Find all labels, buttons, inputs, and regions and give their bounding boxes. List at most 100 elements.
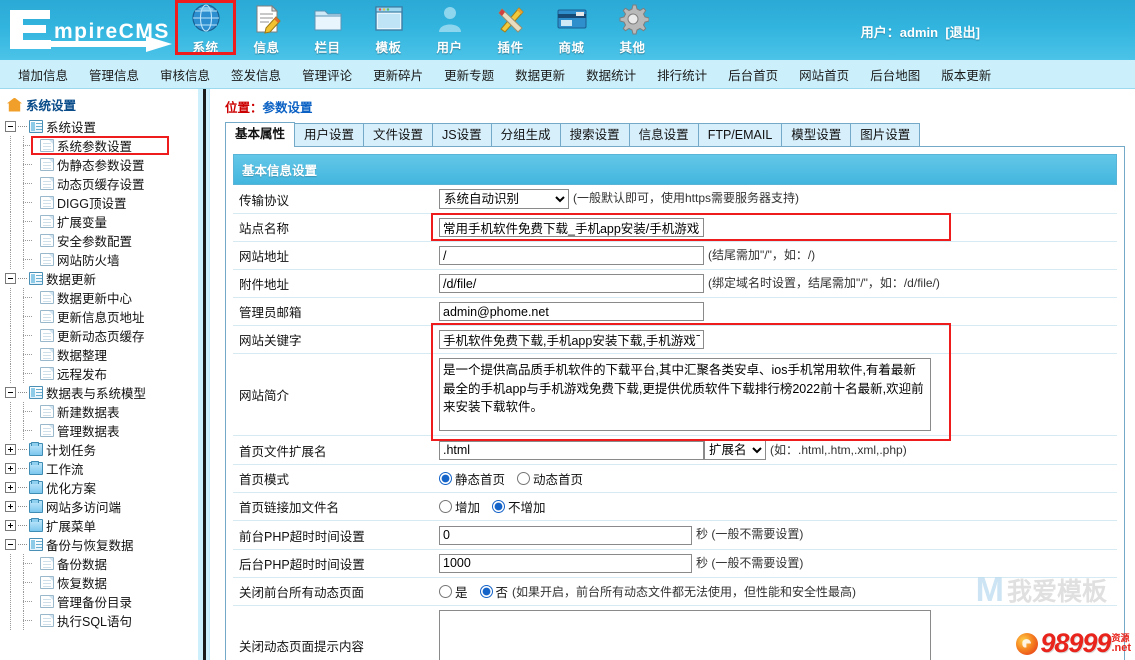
menu-item-site-home[interactable]: 网站首页: [799, 65, 849, 84]
expand-toggle-icon[interactable]: [5, 482, 16, 493]
sidebar-leaf-item[interactable]: 伪静态参数设置: [5, 155, 197, 174]
breadcrumb-value[interactable]: 参数设置: [263, 101, 313, 115]
email-input[interactable]: [439, 302, 704, 322]
menu-item-issue-info[interactable]: 签发信息: [231, 65, 281, 84]
sidebar-leaf-item[interactable]: 扩展变量: [5, 212, 197, 231]
fileurl-input[interactable]: [439, 274, 704, 294]
sidebar-leaf-item[interactable]: DIGG顶设置: [5, 193, 197, 212]
label-protocol: 传输协议: [233, 185, 433, 214]
sitename-input[interactable]: [439, 218, 704, 237]
radio-closedyn-no-input[interactable]: [479, 584, 493, 598]
tab-js-settings[interactable]: JS设置: [432, 123, 492, 147]
collapse-toggle-icon[interactable]: [5, 273, 16, 284]
sidebar-leaf-item[interactable]: 更新动态页缓存: [5, 326, 197, 345]
sidebar-group-item[interactable]: 备份与恢复数据: [5, 535, 197, 554]
menu-item-update-topic[interactable]: 更新专题: [444, 65, 494, 84]
expand-toggle-icon[interactable]: [5, 463, 16, 474]
tab-file-settings[interactable]: 文件设置: [363, 123, 434, 147]
menu-item-add-info[interactable]: 增加信息: [18, 65, 68, 84]
radio-add-filename[interactable]: 增加: [439, 497, 480, 516]
sidebar-leaf-item[interactable]: 管理数据表: [5, 421, 197, 440]
collapse-toggle-icon[interactable]: [5, 539, 16, 550]
app-logo[interactable]: mpireCMS: [0, 0, 175, 60]
expand-toggle-icon[interactable]: [5, 444, 16, 455]
top-nav-item-plugin[interactable]: 插件: [480, 0, 541, 58]
indexext-select[interactable]: 扩展名: [704, 440, 766, 461]
sidebar-group-item[interactable]: 工作流: [5, 459, 197, 478]
sidebar-leaf-item[interactable]: 系统参数设置: [5, 136, 197, 155]
radio-static-home[interactable]: 静态首页: [439, 469, 505, 488]
sidebar-leaf-item[interactable]: 网站防火墙: [5, 250, 197, 269]
menu-item-audit-info[interactable]: 审核信息: [160, 65, 210, 84]
menu-item-rank-stats[interactable]: 排行统计: [657, 65, 707, 84]
top-nav-item-other[interactable]: 其他: [602, 0, 663, 58]
sidebar-group-item[interactable]: 优化方案: [5, 478, 197, 497]
tab-model-settings[interactable]: 模型设置: [781, 123, 852, 147]
sidebar-group-item[interactable]: 系统设置: [5, 117, 197, 136]
expand-toggle-icon[interactable]: [5, 520, 16, 531]
menu-item-manage-comments[interactable]: 管理评论: [302, 65, 352, 84]
menu-item-data-stats[interactable]: 数据统计: [586, 65, 636, 84]
radio-dynamic-home[interactable]: 动态首页: [517, 469, 583, 488]
tab-info-settings[interactable]: 信息设置: [628, 123, 699, 147]
radio-static-home-input[interactable]: [439, 472, 452, 486]
tab-basic-attributes[interactable]: 基本属性: [225, 122, 296, 147]
sidebar-leaf-item[interactable]: 执行SQL语句: [5, 611, 197, 630]
tab-group-generate[interactable]: 分组生成: [490, 123, 561, 147]
tab-search-settings[interactable]: 搜索设置: [559, 123, 630, 147]
radio-closedyn-yes[interactable]: 是: [439, 582, 468, 601]
sidebar-leaf-item[interactable]: 备份数据: [5, 554, 197, 573]
frontphp-input[interactable]: [439, 525, 692, 545]
sidebar-leaf-item[interactable]: 恢复数据: [5, 573, 197, 592]
form-row-siteurl: 网站地址 (结尾需加"/"，如：/): [233, 241, 1117, 271]
tab-ftp-email[interactable]: FTP/EMAIL: [697, 123, 783, 147]
radio-closedyn-yes-input[interactable]: [439, 584, 452, 598]
sidebar-group-item[interactable]: 数据更新: [5, 269, 197, 288]
sidebar-leaf-item[interactable]: 动态页缓存设置: [5, 174, 197, 193]
top-nav-item-system[interactable]: 系统: [175, 0, 236, 58]
collapse-toggle-icon[interactable]: [5, 121, 16, 132]
siteurl-input[interactable]: [439, 246, 704, 266]
radio-add-filename-input[interactable]: [439, 500, 452, 514]
logout-link[interactable]: [退出]: [945, 25, 980, 40]
sidebar-group-item[interactable]: 扩展菜单: [5, 516, 197, 535]
menu-item-version-update[interactable]: 版本更新: [941, 65, 991, 84]
menu-item-update-fragment[interactable]: 更新碎片: [373, 65, 423, 84]
sidebar-group-item[interactable]: 网站多访问端: [5, 497, 197, 516]
sidebar-leaf-item[interactable]: 数据更新中心: [5, 288, 197, 307]
sidebar-leaf-item[interactable]: 安全参数配置: [5, 231, 197, 250]
sidebar-splitter[interactable]: [197, 89, 210, 660]
sidebar-leaf-item[interactable]: 管理备份目录: [5, 592, 197, 611]
menu-item-admin-home[interactable]: 后台首页: [728, 65, 778, 84]
tab-image-settings[interactable]: 图片设置: [850, 123, 921, 147]
radio-no-filename[interactable]: 不增加: [492, 497, 546, 516]
closemsg-textarea[interactable]: [439, 609, 931, 660]
menu-item-manage-info[interactable]: 管理信息: [89, 65, 139, 84]
top-nav-item-info[interactable]: 信息: [236, 0, 297, 58]
tab-user-settings[interactable]: 用户设置: [294, 123, 365, 147]
intro-textarea[interactable]: [439, 358, 931, 432]
protocol-select[interactable]: 系统自动识别: [439, 189, 569, 209]
menu-item-data-update[interactable]: 数据更新: [515, 65, 565, 84]
top-nav-item-category[interactable]: 栏目: [297, 0, 358, 58]
collapse-toggle-icon[interactable]: [5, 387, 16, 398]
expand-toggle-icon[interactable]: [5, 501, 16, 512]
radio-closedyn-no[interactable]: 否: [479, 582, 508, 601]
sidebar-leaf-item[interactable]: 更新信息页地址: [5, 307, 197, 326]
keywords-input[interactable]: [439, 330, 704, 350]
indexext-input[interactable]: [439, 440, 704, 460]
backphp-input[interactable]: [439, 553, 692, 573]
form-row-protocol: 传输协议 系统自动识别 (一般默认即可，使用https需要服务器支持): [233, 185, 1117, 214]
sidebar-group-item[interactable]: 数据表与系统模型: [5, 383, 197, 402]
top-nav-item-template[interactable]: 模板: [358, 0, 419, 58]
tree-connector: [5, 193, 18, 212]
sidebar-leaf-item[interactable]: 远程发布: [5, 364, 197, 383]
radio-no-filename-input[interactable]: [492, 500, 506, 514]
radio-dynamic-home-input[interactable]: [517, 472, 531, 486]
top-nav-item-shop[interactable]: 商城: [541, 0, 602, 58]
menu-item-admin-map[interactable]: 后台地图: [870, 65, 920, 84]
top-nav-item-user[interactable]: 用户: [419, 0, 480, 58]
sidebar-group-item[interactable]: 计划任务: [5, 440, 197, 459]
sidebar-leaf-item[interactable]: 新建数据表: [5, 402, 197, 421]
sidebar-leaf-item[interactable]: 数据整理: [5, 345, 197, 364]
